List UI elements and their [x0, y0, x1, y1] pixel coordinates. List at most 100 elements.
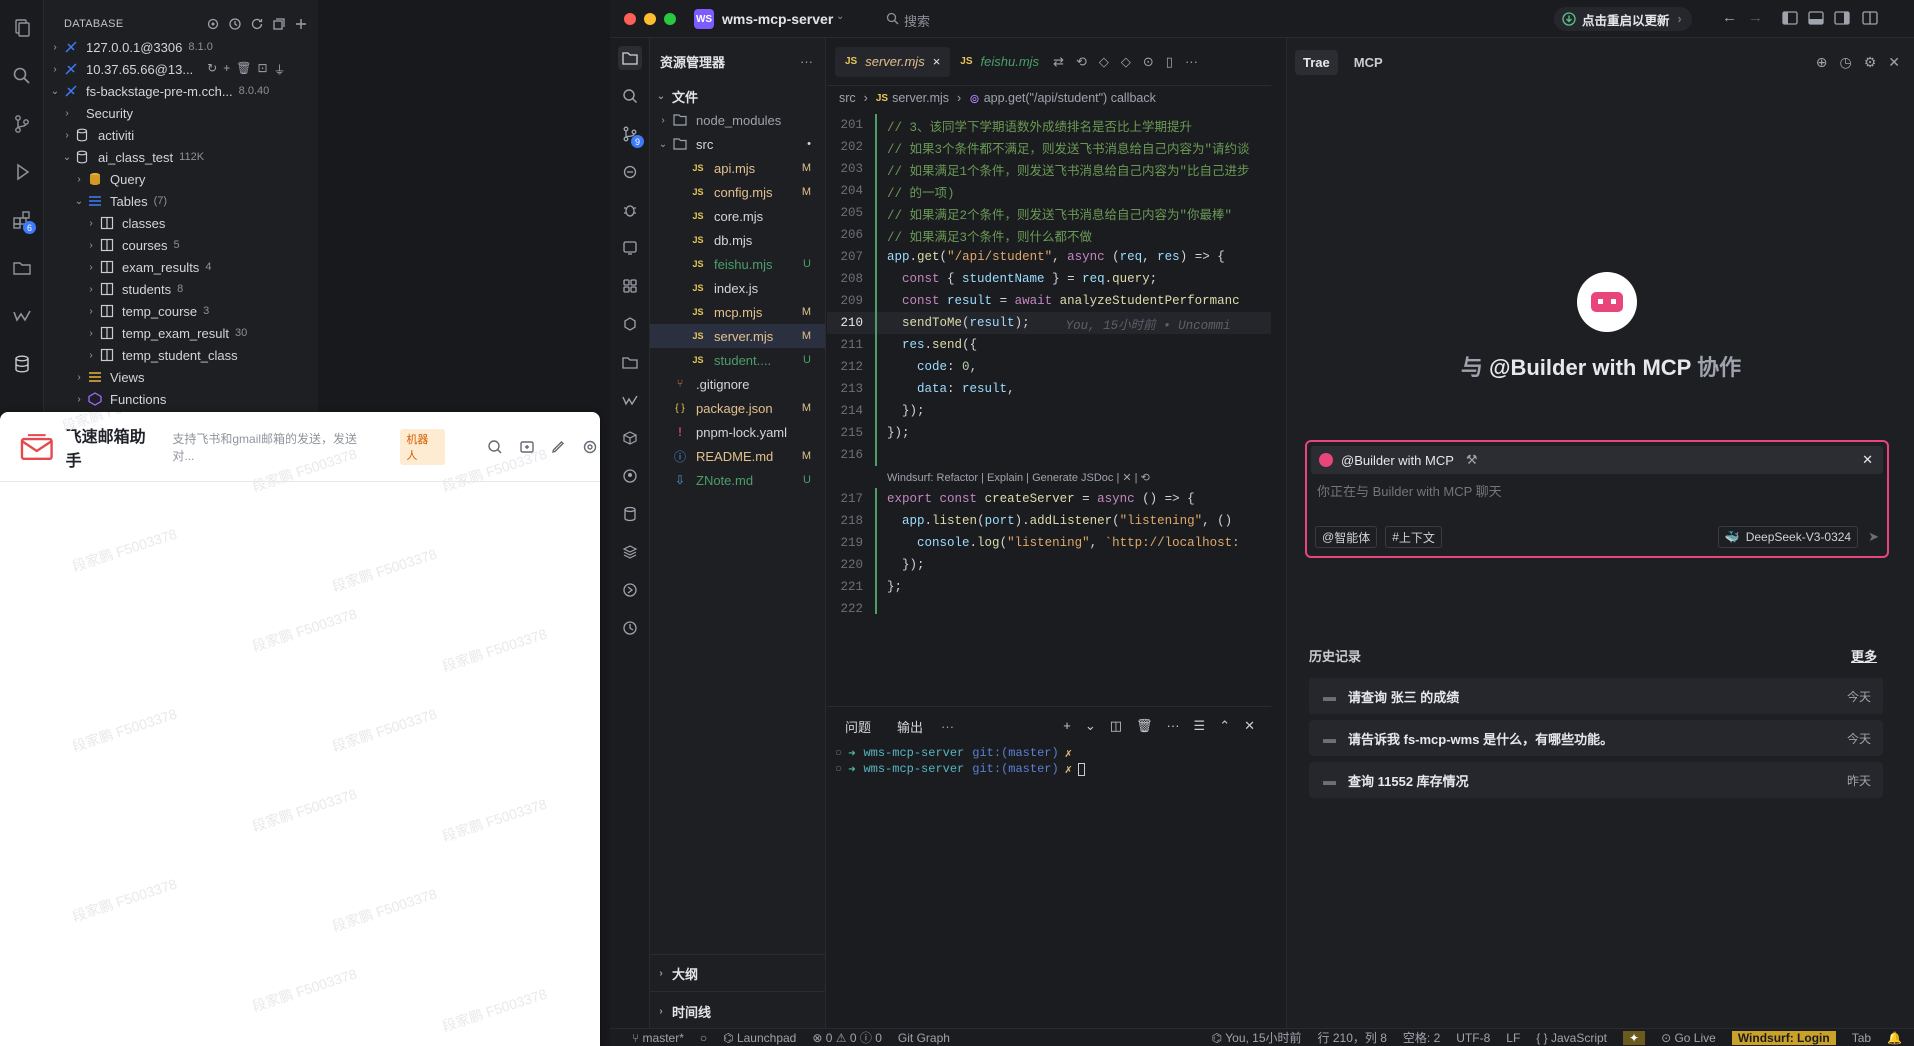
add-icon[interactable]: +: [223, 61, 230, 78]
code-area[interactable]: 201 // 3、该同学下学期语数外成绩排名是否比上学期提升 202 // 如果3个条…: [827, 114, 1271, 614]
problems-indicator[interactable]: ⊗ 0 ⚠ 0 ⓘ 0: [812, 1029, 882, 1046]
chevron-right-icon[interactable]: ›: [72, 372, 86, 383]
db-tree-item[interactable]: › students 8: [44, 278, 318, 300]
windsurf-icon[interactable]: [8, 302, 36, 330]
chevron-right-icon[interactable]: ›: [60, 108, 74, 119]
close-window-button[interactable]: [624, 13, 636, 25]
terminal[interactable]: ○ ➜ wms-mcp-server git:(master) ✗ ○ ➜ wms-mcp-s…: [827, 745, 1271, 777]
zoom-window-button[interactable]: [664, 13, 676, 25]
search-icon[interactable]: [618, 84, 642, 108]
new-terminal-icon[interactable]: +: [1063, 718, 1071, 734]
extensions-icon[interactable]: [618, 274, 642, 298]
feishu-search-icon[interactable]: [485, 437, 505, 457]
chevron-right-icon[interactable]: ›: [84, 262, 98, 273]
next-change-icon[interactable]: ◇: [1121, 54, 1131, 70]
explorer-item[interactable]: JS student.... U: [650, 348, 825, 372]
agent-button[interactable]: @ 智能体: [1315, 526, 1378, 548]
db-tree-item[interactable]: ⌄ fs-backstage-pre-m.cch... 8.0.40: [44, 80, 318, 102]
chevron-right-icon[interactable]: ›: [48, 42, 62, 53]
remote-icon[interactable]: [618, 160, 642, 184]
language-mode[interactable]: { } JavaScript: [1536, 1031, 1607, 1045]
more-actions-icon[interactable]: ···: [1167, 718, 1180, 734]
db-tree-item[interactable]: › 127.0.0.1@3306 8.1.0: [44, 36, 318, 58]
db-tree-item[interactable]: › activiti: [44, 124, 318, 146]
chevron-right-icon[interactable]: ›: [84, 240, 98, 251]
close-icon[interactable]: ✕: [1888, 54, 1900, 71]
chat-input[interactable]: [1317, 484, 1857, 499]
explorer-item[interactable]: ⌄ src •: [650, 132, 825, 156]
windsurf-icon[interactable]: [618, 388, 642, 412]
notifications-icon[interactable]: 🔔: [1887, 1031, 1902, 1045]
history-item[interactable]: ▬ 查询 11552 库存情况 昨天: [1309, 762, 1883, 798]
compare-icon[interactable]: ⇄: [1053, 54, 1064, 70]
close-panel-icon[interactable]: ✕: [1244, 718, 1255, 734]
db-tree-item[interactable]: ⌄ Tables (7): [44, 190, 318, 212]
tab-output[interactable]: 输出: [897, 717, 923, 736]
layers-icon[interactable]: [618, 540, 642, 564]
nav-back-icon[interactable]: ←: [1722, 9, 1737, 26]
indentation[interactable]: 空格: 2: [1403, 1029, 1440, 1046]
eol[interactable]: LF: [1506, 1031, 1520, 1045]
maximize-panel-icon[interactable]: ⌃: [1219, 718, 1230, 734]
testing-icon[interactable]: [618, 312, 642, 336]
layout-icon[interactable]: [1862, 11, 1878, 28]
cursor-position[interactable]: 行 210，列 8: [1318, 1029, 1387, 1046]
explorer-icon[interactable]: [8, 14, 36, 42]
windsurf-status-icon[interactable]: ✦: [1623, 1030, 1646, 1045]
explorer-item[interactable]: JS api.mjs M: [650, 156, 825, 180]
tab-trae[interactable]: Trae: [1295, 49, 1338, 75]
chevron-right-icon[interactable]: ›: [84, 350, 98, 361]
explorer-item[interactable]: ! pnpm-lock.yaml: [650, 420, 825, 444]
breadcrumb-src[interactable]: src: [839, 91, 856, 105]
chevron-right-icon[interactable]: ›: [72, 174, 86, 185]
model-selector[interactable]: 🐳 DeepSeek-V3-0324: [1717, 526, 1859, 548]
git-lens-icon[interactable]: ⊙: [1143, 54, 1154, 70]
explorer-item[interactable]: ⓘ README.md M: [650, 444, 825, 468]
terminal-icon[interactable]: ⊡: [257, 61, 267, 78]
update-button[interactable]: 点击重启以更新 ›: [1554, 7, 1692, 31]
timeline-header[interactable]: › 时间线: [650, 991, 826, 1031]
db-tree-item[interactable]: › classes: [44, 212, 318, 234]
more-actions-icon[interactable]: ···: [1185, 54, 1198, 70]
refresh-icon[interactable]: ↻: [207, 61, 217, 78]
trash-icon[interactable]: 🗑: [1136, 718, 1153, 734]
encoding[interactable]: UTF-8: [1456, 1031, 1490, 1045]
explorer-item[interactable]: › node_modules: [650, 108, 825, 132]
explorer-icon[interactable]: [618, 46, 642, 70]
git-graph-icon[interactable]: [618, 578, 642, 602]
db-tree-item[interactable]: ⌄ ai_class_test 112K: [44, 146, 318, 168]
chevron-right-icon[interactable]: ›: [84, 284, 98, 295]
extensions-icon[interactable]: 6: [8, 206, 36, 234]
debug-icon[interactable]: [618, 198, 642, 222]
explorer-item[interactable]: JS db.mjs: [650, 228, 825, 252]
chevron-down-icon[interactable]: ⌄: [1085, 718, 1096, 734]
tab-item[interactable]: Tab: [1852, 1031, 1871, 1045]
timeline-icon[interactable]: [618, 616, 642, 640]
add-connection-icon[interactable]: [294, 17, 308, 31]
panel-settings-icon[interactable]: ☰: [1194, 718, 1206, 734]
github-icon[interactable]: [618, 464, 642, 488]
db-tree-item[interactable]: › temp_exam_result 30: [44, 322, 318, 344]
db-tree-item[interactable]: › Functions: [44, 388, 318, 410]
db-tree-item[interactable]: › temp_course 3: [44, 300, 318, 322]
chevron-right-icon[interactable]: ›: [72, 394, 86, 405]
tab-mcp[interactable]: MCP: [1354, 55, 1383, 70]
new-chat-icon[interactable]: ⊕: [1816, 54, 1828, 71]
chevron-down-icon[interactable]: ⌄: [836, 11, 844, 22]
explorer-item[interactable]: JS config.mjs M: [650, 180, 825, 204]
chevron-right-icon[interactable]: ›: [84, 218, 98, 229]
toggle-sidebar-icon[interactable]: [1782, 11, 1798, 28]
branch-indicator[interactable]: ⑂ master*: [632, 1031, 684, 1045]
toggle-aux-bar-icon[interactable]: [1834, 11, 1850, 28]
more-actions-icon[interactable]: ···: [800, 54, 813, 69]
close-icon[interactable]: ×: [933, 54, 941, 69]
package-icon[interactable]: [618, 426, 642, 450]
split-editor-icon[interactable]: ▯: [1166, 54, 1173, 70]
sync-icon[interactable]: ○: [700, 1031, 707, 1045]
db-tree-item[interactable]: › Views: [44, 366, 318, 388]
database-icon[interactable]: [8, 350, 36, 378]
explorer-item[interactable]: JS server.mjs M: [650, 324, 825, 348]
trash-icon[interactable]: 🗑: [236, 61, 251, 78]
explorer-item[interactable]: { } package.json M: [650, 396, 825, 420]
filter-icon[interactable]: ⏚: [274, 61, 286, 78]
